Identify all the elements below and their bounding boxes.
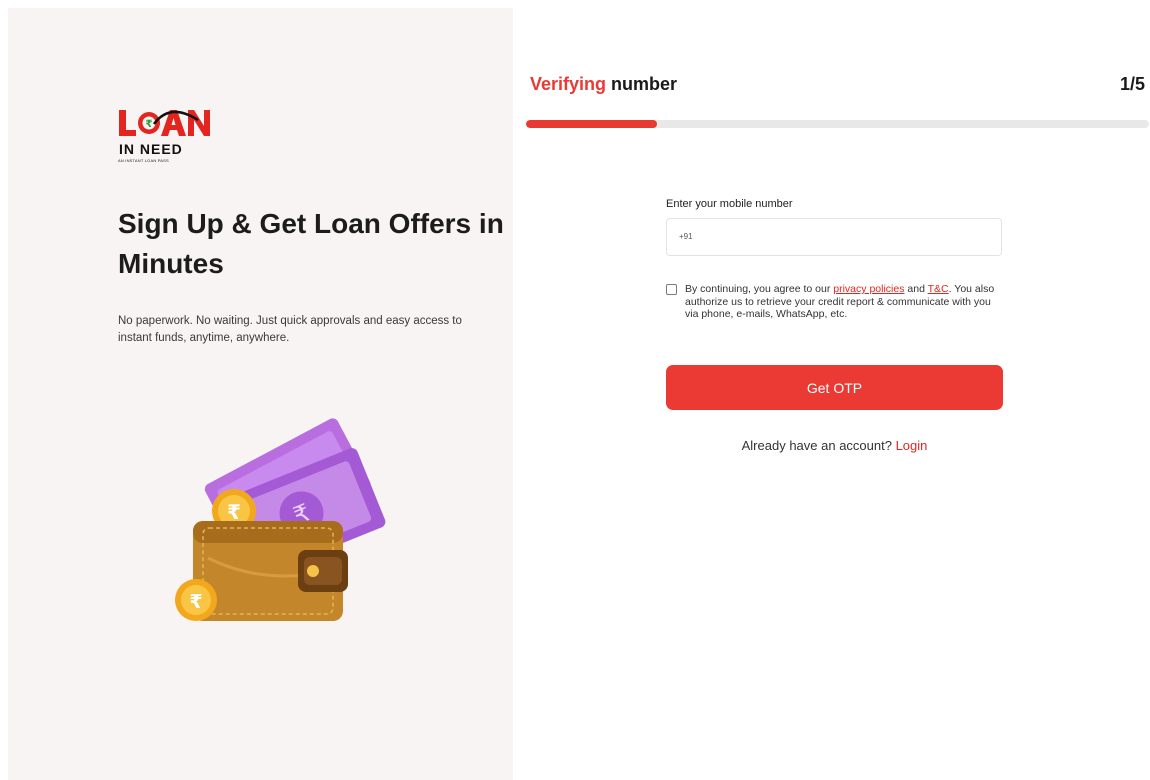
- rupee-symbol: ₹: [189, 591, 202, 613]
- privacy-policies-link[interactable]: privacy policies: [833, 283, 904, 295]
- step-title-rest: number: [606, 74, 678, 94]
- consent-text-part: By continuing, you agree to our: [685, 283, 834, 295]
- step-title-accent: Verifying: [530, 74, 607, 94]
- step-title: Verifying number: [530, 74, 677, 95]
- logo-subtitle: IN NEED: [119, 141, 183, 157]
- brand-logo-mark: ₹ IN NEED: [119, 110, 210, 157]
- login-prompt: Already have an account? Login: [666, 438, 1003, 453]
- step-progress-bar: [526, 120, 1149, 128]
- wallet-icon: [193, 521, 348, 621]
- left-panel: ₹ IN NEED AN INSTANT LOAN PASS Sign Up &…: [8, 8, 513, 780]
- page-subtext: No paperwork. No waiting. Just quick app…: [118, 315, 462, 344]
- step-progress-fill: [526, 120, 657, 128]
- consent-text-part: and: [904, 283, 928, 295]
- coin-icon: ₹: [175, 579, 217, 621]
- country-code-prefix: +91: [679, 232, 693, 241]
- mobile-number-field[interactable]: +91: [666, 218, 1002, 256]
- signup-form-panel: Verifying number 1/5 Enter your mobile n…: [513, 0, 1150, 780]
- login-prompt-text: Already have an account?: [741, 438, 896, 453]
- page-headline: Sign Up & Get Loan Offers in Minutes: [118, 208, 504, 279]
- get-otp-button[interactable]: Get OTP: [666, 365, 1003, 410]
- mobile-number-label: Enter your mobile number: [666, 198, 793, 210]
- consent-text: By continuing, you agree to our privacy …: [685, 283, 1005, 321]
- svg-text:₹: ₹: [146, 119, 153, 130]
- wallet-with-cash-icon: ₹ ₹ ₹: [158, 418, 398, 628]
- rupee-symbol: ₹: [227, 500, 241, 524]
- brand-logo: ₹ IN NEED AN INSTANT LOAN PASS: [118, 108, 218, 172]
- terms-link[interactable]: T&C: [928, 283, 949, 295]
- logo-tagline: AN INSTANT LOAN PASS: [118, 158, 169, 163]
- step-counter: 1/5: [1119, 74, 1145, 94]
- consent-checkbox[interactable]: [666, 284, 677, 295]
- login-link[interactable]: Login: [896, 438, 928, 453]
